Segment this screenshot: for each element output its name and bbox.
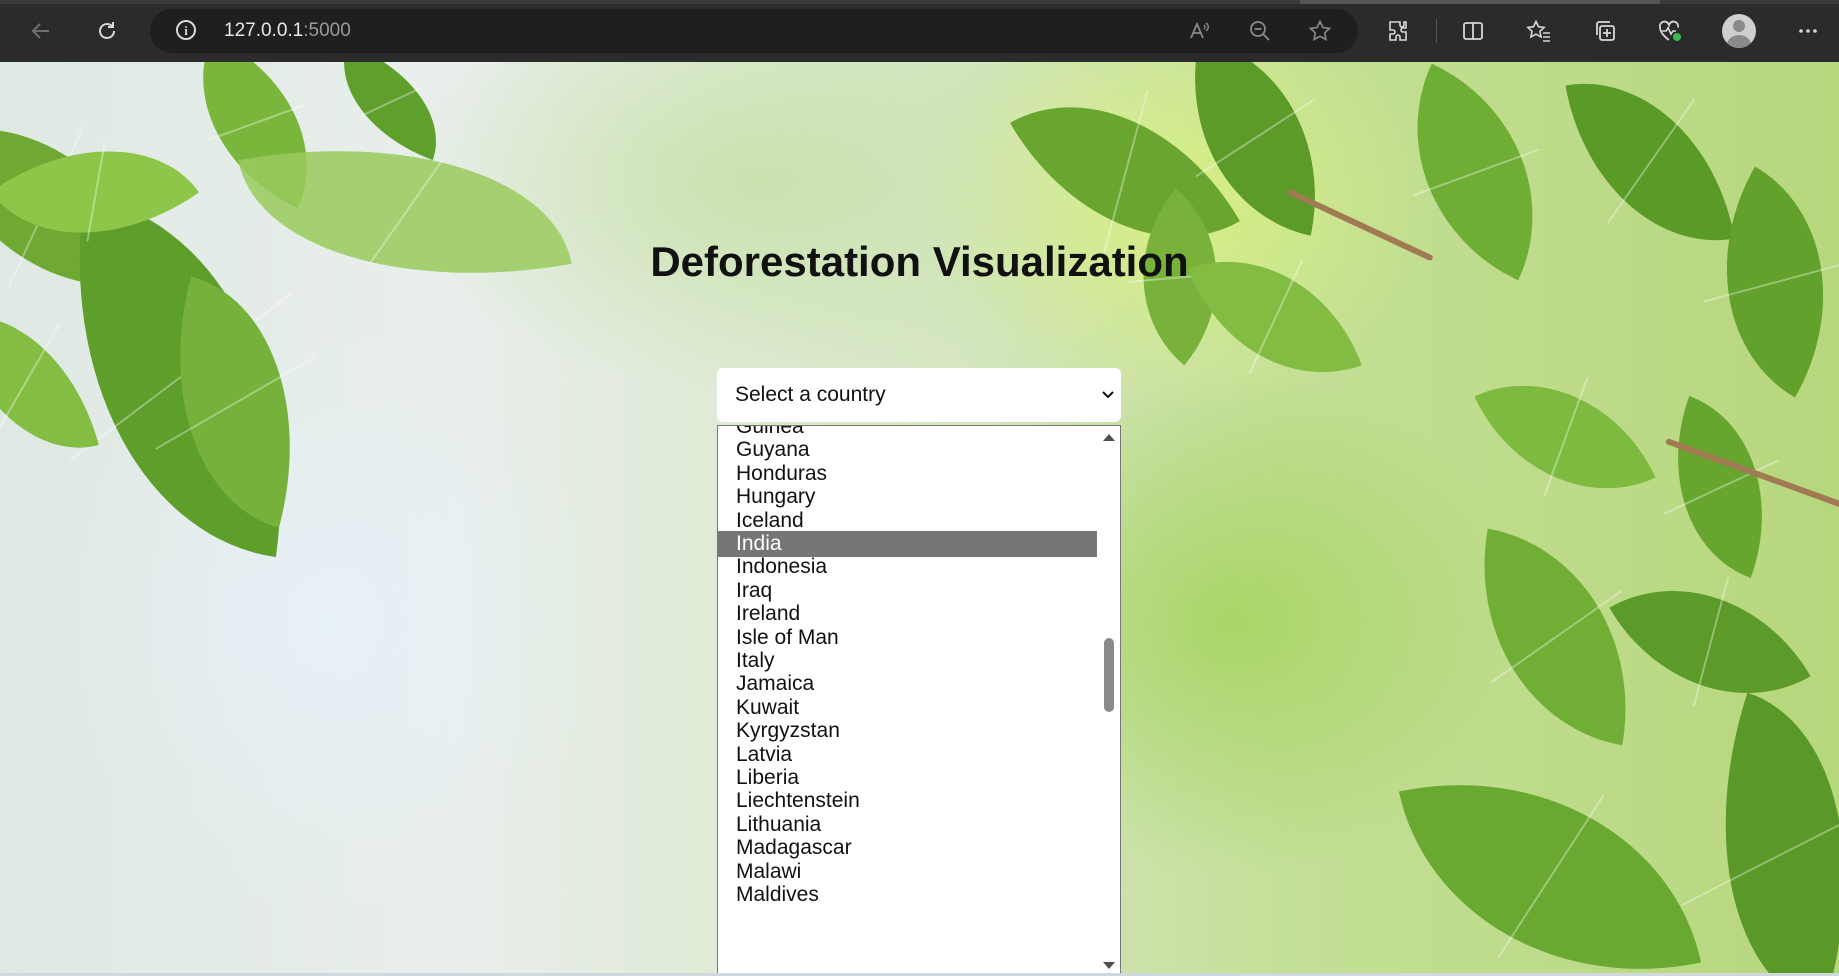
favorite-star-icon[interactable] [1303, 14, 1337, 48]
reload-icon[interactable] [88, 13, 126, 49]
collections-icon[interactable] [1586, 13, 1624, 49]
country-dropdown-list[interactable]: Maldives Malawi Madagascar Lithuania Liechte… [717, 425, 1121, 976]
dropdown-option[interactable]: Kyrgyzstan [718, 718, 1097, 744]
more-menu-icon[interactable] [1789, 13, 1827, 49]
dropdown-option[interactable]: Indonesia [718, 554, 1097, 580]
dropdown-option[interactable]: Malawi [718, 859, 1097, 885]
browser-essentials-icon[interactable] [1651, 13, 1689, 49]
site-info-icon[interactable]: i [176, 20, 196, 40]
toolbar-separator [1436, 19, 1437, 43]
dropdown-option[interactable]: Guinea [718, 426, 1097, 440]
dropdown-option[interactable]: Latvia [718, 742, 1097, 768]
back-arrow-icon[interactable] [22, 13, 60, 49]
dropdown-option[interactable]: Jamaica [718, 671, 1097, 697]
zoom-out-icon[interactable] [1243, 14, 1277, 48]
address-bar[interactable]: i 127.0.0.1:5000 [150, 9, 1358, 53]
extensions-icon[interactable] [1380, 13, 1418, 49]
dropdown-option[interactable]: Guyana [718, 437, 1097, 463]
dropdown-option[interactable]: Hungary [718, 484, 1097, 510]
scrollbar-thumb[interactable] [1104, 638, 1114, 712]
scroll-down-arrow-icon[interactable] [1103, 962, 1115, 969]
leaf-graphic [319, 62, 461, 161]
dropdown-option[interactable]: Maldives [718, 882, 1097, 908]
dropdown-option[interactable]: Italy [718, 648, 1097, 674]
dropdown-option[interactable]: Ireland [718, 601, 1097, 627]
split-screen-icon[interactable] [1454, 13, 1492, 49]
dropdown-option[interactable]: Liechtenstein [718, 788, 1097, 814]
country-select[interactable]: Select a country [717, 368, 1121, 422]
leaf-graphic [1637, 396, 1803, 578]
scroll-up-arrow-icon[interactable] [1103, 434, 1115, 441]
leaf-graphic [1454, 528, 1656, 746]
dropdown-option[interactable]: Madagascar [718, 835, 1097, 861]
dropdown-option[interactable]: Liberia [718, 765, 1097, 791]
tab-strip-edge [0, 0, 1839, 4]
dropdown-option[interactable]: Iraq [718, 578, 1097, 604]
dropdown-option[interactable]: Honduras [718, 461, 1097, 487]
dropdown-option[interactable]: Iceland [718, 508, 1097, 534]
country-select-label: Select a country [735, 383, 886, 406]
leaf-graphic [1474, 341, 1656, 533]
favorites-icon[interactable] [1520, 13, 1558, 49]
page-title: Deforestation Visualization [650, 238, 1189, 285]
dropdown-option[interactable]: Lithuania [718, 812, 1097, 838]
leaf-graphic [1565, 62, 1735, 263]
dropdown-option[interactable]: Kuwait [718, 695, 1097, 721]
dropdown-scrollbar[interactable] [1098, 426, 1120, 975]
browser-toolbar: i 127.0.0.1:5000 [0, 0, 1839, 62]
leaf-graphic [1398, 737, 1702, 976]
profile-avatar-icon[interactable] [1722, 14, 1756, 48]
address-url[interactable]: 127.0.0.1:5000 [224, 20, 351, 42]
dropdown-option[interactable]: Isle of Man [718, 625, 1097, 651]
page-background: Deforestation Visualization Select a cou… [0, 62, 1839, 976]
dropdown-option[interactable]: India [718, 531, 1097, 557]
read-aloud-icon[interactable] [1182, 14, 1216, 48]
